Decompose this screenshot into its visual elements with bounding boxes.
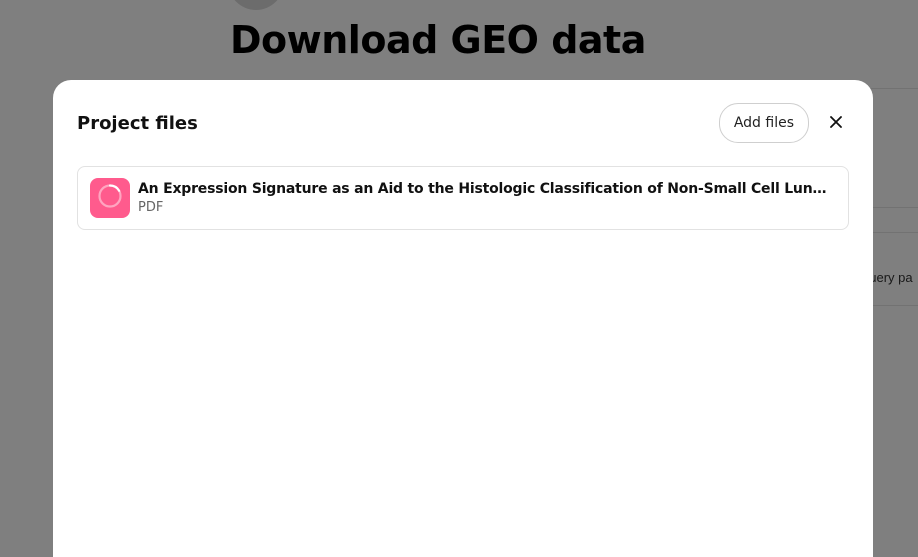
add-files-label: Add files [733,115,794,131]
file-list: An Expression Signature as an Aid to the… [77,166,849,230]
file-text: An Expression Signature as an Aid to the… [138,181,836,215]
add-files-button[interactable]: Add files [718,103,809,143]
pdf-file-icon [90,178,130,218]
close-icon [829,114,843,133]
header-actions: Add files [718,103,849,143]
modal-title: Project files [77,112,198,134]
project-files-modal: Project files Add files An Expression Si… [53,80,873,557]
modal-header: Project files Add files [77,103,849,143]
file-name: An Expression Signature as an Aid to the… [138,181,836,197]
close-button[interactable] [823,110,849,136]
file-type: PDF [138,200,164,215]
file-item[interactable]: An Expression Signature as an Aid to the… [77,166,849,230]
loading-spinner-icon [97,183,123,213]
